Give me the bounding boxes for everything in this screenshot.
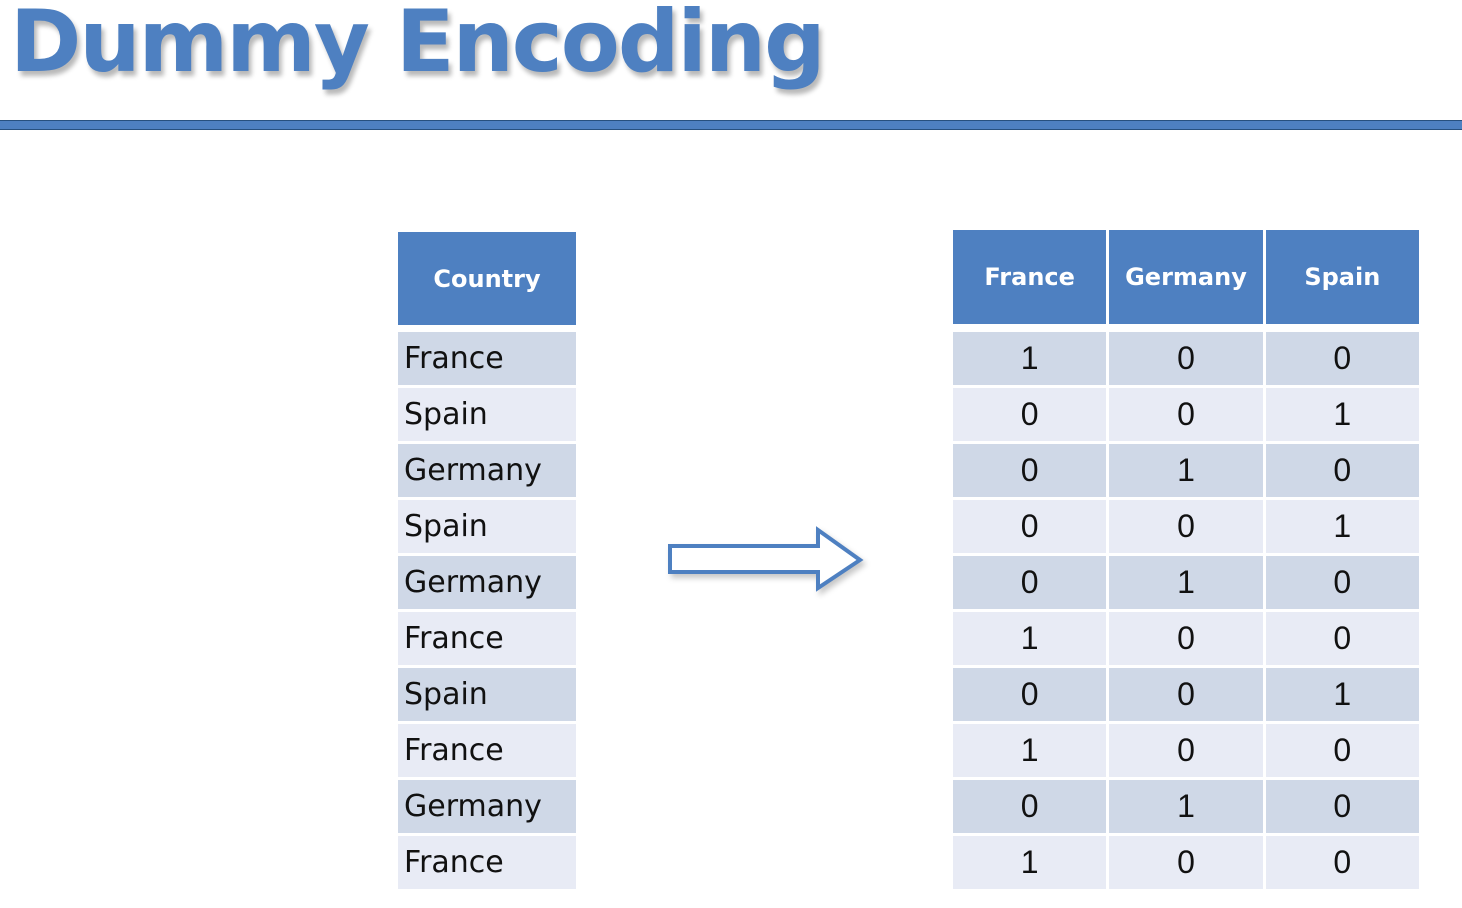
dummy-cell-germany: 1	[1109, 556, 1266, 612]
dummy-cell-france: 1	[953, 332, 1110, 388]
country-cell: France	[398, 612, 576, 668]
country-table-body: France Spain Germany Spain Germany France Spai…	[398, 332, 576, 892]
right-arrow-icon	[668, 526, 864, 592]
dummy-cell-spain: 1	[1265, 388, 1419, 444]
country-table-row: France	[398, 332, 576, 388]
dummy-cell-germany: 1	[1109, 780, 1266, 836]
dummy-cell-france: 1	[953, 836, 1110, 892]
dummy-cell-france: 0	[953, 444, 1110, 500]
dummy-cell-france: 0	[953, 388, 1110, 444]
slide-title: Dummy Encoding	[10, 0, 826, 92]
dummy-cell-france: 0	[953, 668, 1110, 724]
country-table-row: Germany	[398, 556, 576, 612]
dummy-cell-spain: 0	[1265, 556, 1419, 612]
dummy-table-row: 010	[953, 780, 1419, 836]
dummy-column-header-spain: Spain	[1265, 230, 1419, 332]
country-column-header: Country	[398, 232, 576, 332]
dummy-cell-spain: 1	[1265, 668, 1419, 724]
country-table-row: Germany	[398, 444, 576, 500]
dummy-cell-spain: 0	[1265, 612, 1419, 668]
title-divider	[0, 120, 1462, 130]
dummy-cell-germany: 0	[1109, 388, 1266, 444]
dummy-cell-spain: 0	[1265, 780, 1419, 836]
dummy-table-row: 100	[953, 724, 1419, 780]
dummy-table-body: 100001010001010100001100010100	[953, 332, 1419, 892]
country-cell: Germany	[398, 556, 576, 612]
country-table-row: France	[398, 612, 576, 668]
dummy-table-row: 001	[953, 668, 1419, 724]
dummy-cell-germany: 0	[1109, 612, 1266, 668]
dummy-table-row: 100	[953, 836, 1419, 892]
dummy-cell-france: 0	[953, 556, 1110, 612]
dummy-table-row: 010	[953, 556, 1419, 612]
country-table-row: France	[398, 836, 576, 892]
dummy-cell-spain: 0	[1265, 444, 1419, 500]
dummy-cell-spain: 0	[1265, 332, 1419, 388]
dummy-table-row: 010	[953, 444, 1419, 500]
dummy-encoded-table: France Germany Spain 100001010001010100001…	[953, 230, 1419, 892]
dummy-cell-france: 0	[953, 500, 1110, 556]
dummy-column-header-germany: Germany	[1109, 230, 1266, 332]
country-cell: France	[398, 724, 576, 780]
country-cell: Germany	[398, 444, 576, 500]
country-cell: Germany	[398, 780, 576, 836]
dummy-table-header-row: France Germany Spain	[953, 230, 1419, 332]
country-table-row: Spain	[398, 500, 576, 556]
dummy-table-row: 100	[953, 332, 1419, 388]
country-cell: France	[398, 332, 576, 388]
dummy-table-row: 100	[953, 612, 1419, 668]
country-table-row: France	[398, 724, 576, 780]
dummy-cell-germany: 0	[1109, 500, 1266, 556]
dummy-column-header-france: France	[953, 230, 1110, 332]
dummy-cell-france: 1	[953, 724, 1110, 780]
country-table-row: Spain	[398, 668, 576, 724]
dummy-cell-france: 1	[953, 612, 1110, 668]
arrow-shape	[668, 526, 864, 592]
dummy-cell-germany: 0	[1109, 332, 1266, 388]
country-cell: Spain	[398, 668, 576, 724]
dummy-cell-spain: 1	[1265, 500, 1419, 556]
dummy-table-row: 001	[953, 388, 1419, 444]
dummy-table-row: 001	[953, 500, 1419, 556]
country-cell: Spain	[398, 500, 576, 556]
country-cell: France	[398, 836, 576, 892]
dummy-cell-spain: 0	[1265, 836, 1419, 892]
dummy-cell-germany: 1	[1109, 444, 1266, 500]
country-table-row: Spain	[398, 388, 576, 444]
country-table-row: Germany	[398, 780, 576, 836]
country-table: Country France Spain Germany Spain Germany Fr…	[398, 232, 576, 892]
dummy-cell-spain: 0	[1265, 724, 1419, 780]
country-cell: Spain	[398, 388, 576, 444]
dummy-cell-germany: 0	[1109, 724, 1266, 780]
dummy-cell-germany: 0	[1109, 668, 1266, 724]
dummy-cell-france: 0	[953, 780, 1110, 836]
country-table-header-row: Country	[398, 232, 576, 332]
dummy-cell-germany: 0	[1109, 836, 1266, 892]
